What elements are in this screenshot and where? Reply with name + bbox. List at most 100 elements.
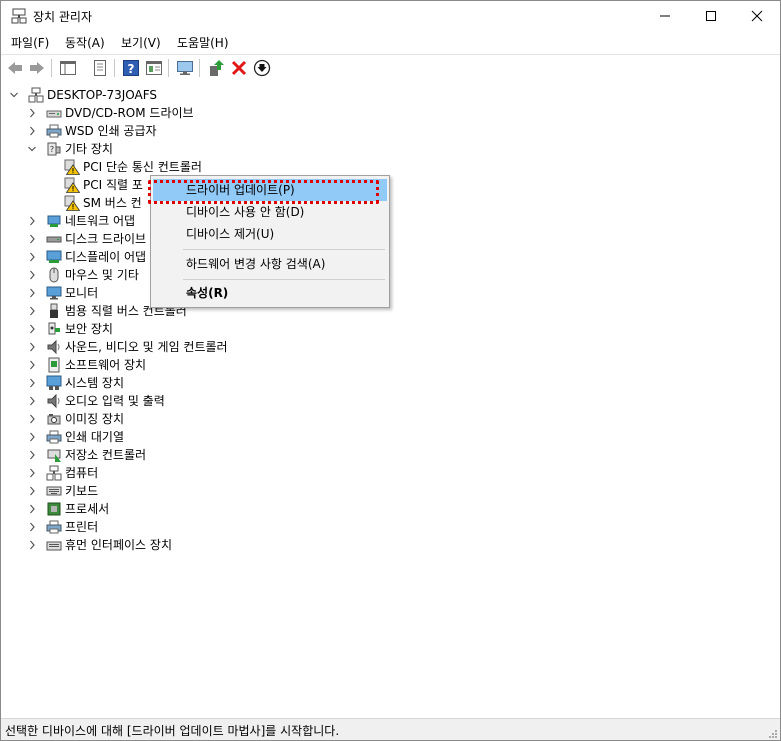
tree-category[interactable]: 보안 장치 xyxy=(27,320,761,338)
menu-uninstall-device[interactable]: 디바이스 제거(U) xyxy=(153,223,387,245)
tree-category[interactable]: 저장소 컨트롤러 xyxy=(27,446,761,464)
monitor-icon[interactable] xyxy=(176,59,194,77)
tree-category[interactable]: WSD 인쇄 공급자 xyxy=(27,122,761,140)
tree-category[interactable]: 컴퓨터 xyxy=(27,464,761,482)
tree-category[interactable]: 디스플레이 어댑 xyxy=(27,248,761,266)
menu-bar: 파일(F) 동작(A) 보기(V) 도움말(H) xyxy=(1,31,780,53)
chevron-right-icon[interactable] xyxy=(27,518,37,536)
dvd-icon xyxy=(46,110,62,118)
tree-category[interactable]: 네트워크 어댑 xyxy=(27,212,761,230)
menu-properties[interactable]: 속성(R) xyxy=(153,282,387,304)
chevron-right-icon[interactable] xyxy=(27,392,37,410)
uninstall-icon[interactable] xyxy=(230,59,248,77)
tree-device[interactable]: PCI 단순 통신 컨트롤러 xyxy=(45,158,761,176)
close-button[interactable] xyxy=(734,1,780,31)
tree-item-label: 시스템 장치 xyxy=(65,376,125,390)
chevron-right-icon[interactable] xyxy=(27,500,37,518)
system-icon xyxy=(46,375,62,390)
menu-help[interactable]: 도움말(H) xyxy=(177,34,229,51)
chevron-right-icon[interactable] xyxy=(27,248,37,266)
status-text: 선택한 디바이스에 대해 [드라이버 업데이트 마법사]를 시작합니다. xyxy=(5,724,340,738)
tree-item-label: 휴먼 인터페이스 장치 xyxy=(65,538,172,552)
chevron-right-icon[interactable] xyxy=(27,338,37,356)
tree-category[interactable]: 인쇄 대기열 xyxy=(27,428,761,446)
disk-icon xyxy=(46,236,62,243)
keyboard-icon xyxy=(46,486,62,496)
view-icon[interactable] xyxy=(145,59,163,77)
menu-action[interactable]: 동작(A) xyxy=(65,34,105,51)
chevron-right-icon[interactable] xyxy=(27,284,37,302)
chevron-right-icon[interactable] xyxy=(27,212,37,230)
update-driver-icon[interactable] xyxy=(207,59,225,77)
properties-icon[interactable] xyxy=(91,59,109,77)
resize-grip-icon[interactable] xyxy=(768,729,778,739)
tree-category[interactable]: 오디오 입력 및 출력 xyxy=(27,392,761,410)
tree-category[interactable]: 범용 직렬 버스 컨트롤러 xyxy=(27,302,761,320)
tree-category[interactable]: 키보드 xyxy=(27,482,761,500)
chevron-right-icon[interactable] xyxy=(27,122,37,140)
print-queue-icon xyxy=(46,430,62,444)
tree-item-label: 저장소 컨트롤러 xyxy=(65,448,147,462)
tree-root[interactable]: DESKTOP-73JOAFS xyxy=(9,86,761,104)
menu-separator xyxy=(183,279,385,280)
chevron-right-icon[interactable] xyxy=(27,320,37,338)
menu-scan-hardware[interactable]: 하드웨어 변경 사항 검색(A) xyxy=(153,253,387,275)
title-bar: 장치 관리자 xyxy=(1,1,780,31)
chevron-right-icon[interactable] xyxy=(27,266,37,284)
tree-category[interactable]: DVD/CD-ROM 드라이브 xyxy=(27,104,761,122)
forward-icon[interactable] xyxy=(28,59,46,77)
tree-category[interactable]: 사운드, 비디오 및 게임 컨트롤러 xyxy=(27,338,761,356)
tree-item-label: 오디오 입력 및 출력 xyxy=(65,394,165,408)
back-icon[interactable] xyxy=(6,59,24,77)
tree-category[interactable]: 휴먼 인터페이스 장치 xyxy=(27,536,761,554)
printer-icon xyxy=(46,124,62,138)
tree-category[interactable]: 소프트웨어 장치 xyxy=(27,356,761,374)
chevron-right-icon[interactable] xyxy=(27,230,37,248)
download-icon[interactable] xyxy=(253,59,271,77)
chevron-down-icon[interactable] xyxy=(27,140,37,158)
chevron-right-icon[interactable] xyxy=(27,464,37,482)
software-icon xyxy=(48,357,60,373)
tree-category[interactable]: 마우스 및 기타 xyxy=(27,266,761,284)
tree-category[interactable]: 프린터 xyxy=(27,518,761,536)
tree-category[interactable]: 이미징 장치 xyxy=(27,410,761,428)
tree-item-label: 소프트웨어 장치 xyxy=(65,358,147,372)
tree-category[interactable]: 디스크 드라이브 xyxy=(27,230,761,248)
tree-item-label: 프린터 xyxy=(65,520,99,534)
chevron-down-icon[interactable] xyxy=(9,86,19,104)
menu-view[interactable]: 보기(V) xyxy=(121,34,161,51)
chevron-right-icon[interactable] xyxy=(27,356,37,374)
help-icon[interactable]: ? xyxy=(122,59,140,77)
tree-item-label: 기타 장치 xyxy=(65,142,113,156)
tree-item-label: PCI 직렬 포 xyxy=(83,178,143,192)
usb-icon xyxy=(50,303,58,318)
chevron-right-icon[interactable] xyxy=(27,104,37,122)
device-manager-window: 장치 관리자 파일(F) 동작(A) 보기(V) 도움말(H) ? DESKTO… xyxy=(0,0,781,741)
tree-item-label: 모니터 xyxy=(65,286,99,300)
tree-item-label: 디스플레이 어댑 xyxy=(65,250,147,264)
maximize-button[interactable] xyxy=(688,1,734,31)
minimize-button[interactable] xyxy=(642,1,688,31)
chevron-right-icon[interactable] xyxy=(27,410,37,428)
show-hide-tree-icon[interactable] xyxy=(59,59,77,77)
chevron-right-icon[interactable] xyxy=(27,536,37,554)
menu-file[interactable]: 파일(F) xyxy=(11,34,49,51)
chevron-right-icon[interactable] xyxy=(27,446,37,464)
chevron-right-icon[interactable] xyxy=(27,302,37,320)
close-icon xyxy=(751,10,763,22)
tree-category[interactable]: ? 기타 장치 xyxy=(27,140,761,158)
tree-item-label: 사운드, 비디오 및 게임 컨트롤러 xyxy=(65,340,228,354)
printer-icon xyxy=(46,520,62,534)
chevron-right-icon[interactable] xyxy=(27,374,37,392)
tree-category[interactable]: 시스템 장치 xyxy=(27,374,761,392)
chevron-right-icon[interactable] xyxy=(27,428,37,446)
device-tree: DESKTOP-73JOAFS DVD/CD-ROM 드라이브 WSD 인쇄 공급자… xyxy=(1,81,780,717)
toolbar-separator xyxy=(199,59,200,77)
tree-category[interactable]: 프로세서 xyxy=(27,500,761,518)
tree-category[interactable]: 모니터 xyxy=(27,284,761,302)
tree-item-label: 보안 장치 xyxy=(65,322,113,336)
display-adapter-icon xyxy=(46,250,62,263)
tree-item-label: 이미징 장치 xyxy=(65,412,125,426)
menu-disable-device[interactable]: 디바이스 사용 안 함(D) xyxy=(153,201,387,223)
chevron-right-icon[interactable] xyxy=(27,482,37,500)
